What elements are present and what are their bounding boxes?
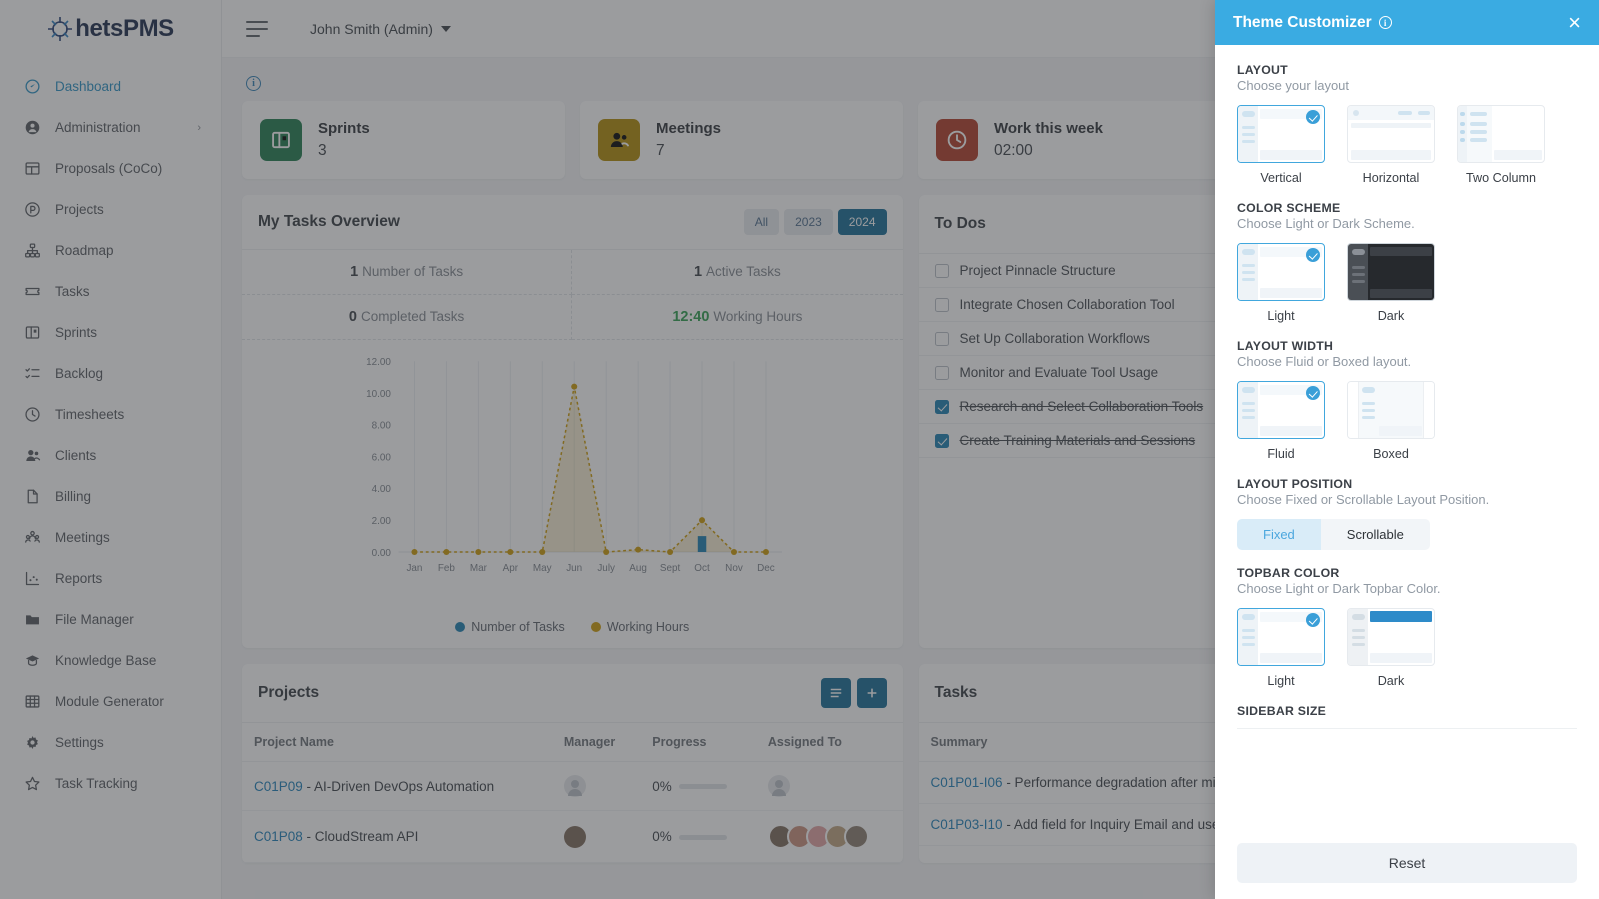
layout-option-two-column[interactable]: Two Column	[1457, 105, 1545, 185]
section-layout: LAYOUT Choose your layout Vertical Horiz…	[1237, 63, 1577, 185]
section-subtitle: Choose Light or Dark Topbar Color.	[1237, 581, 1441, 596]
layout-options: Vertical Horizontal Two Column	[1237, 105, 1577, 185]
check-icon	[1306, 110, 1320, 124]
customizer-title: Theme Customizer i	[1233, 14, 1392, 32]
option-label: Fluid	[1267, 447, 1295, 461]
section-subtitle: Choose Light or Dark Scheme.	[1237, 216, 1415, 231]
section-layout-width: LAYOUT WIDTH Choose Fluid or Boxed layou…	[1237, 339, 1577, 461]
section-heading: SIDEBAR SIZE	[1237, 704, 1327, 718]
section-heading: LAYOUT POSITION	[1237, 477, 1353, 491]
section-heading: TOPBAR COLOR	[1237, 566, 1340, 580]
option-label: Horizontal	[1362, 171, 1420, 185]
color-scheme-option-dark[interactable]: Dark	[1347, 243, 1435, 323]
option-label: Light	[1267, 309, 1295, 323]
option-label: Dark	[1377, 309, 1405, 323]
section-subtitle: Choose Fixed or Scrollable Layout Positi…	[1237, 492, 1490, 507]
layout-option-horizontal[interactable]: Horizontal	[1347, 105, 1435, 185]
layout-width-option-fluid[interactable]: Fluid	[1237, 381, 1325, 461]
layout-thumb-horizontal	[1347, 105, 1435, 163]
layout-option-vertical[interactable]: Vertical	[1237, 105, 1325, 185]
info-icon[interactable]: i	[1378, 16, 1392, 29]
section-subtitle: Choose your layout	[1237, 78, 1350, 93]
check-icon	[1306, 613, 1320, 627]
layout-width-option-boxed[interactable]: Boxed	[1347, 381, 1435, 461]
check-icon	[1306, 248, 1320, 262]
width-thumb-boxed	[1347, 381, 1435, 439]
section-sidebar-size: SIDEBAR SIZE	[1237, 704, 1577, 729]
option-label: Light	[1267, 674, 1295, 688]
customizer-footer: Reset	[1215, 831, 1599, 899]
reset-button[interactable]: Reset	[1237, 843, 1577, 883]
topbar-color-options: Light Dark	[1237, 608, 1577, 688]
scheme-thumb-light	[1237, 243, 1325, 301]
divider	[1237, 728, 1577, 729]
close-icon[interactable]: ×	[1568, 11, 1581, 34]
topbar-thumb-dark	[1347, 608, 1435, 666]
topbar-thumb-light	[1237, 608, 1325, 666]
layout-thumb-two-column	[1457, 105, 1545, 163]
section-topbar-color: TOPBAR COLOR Choose Light or Dark Topbar…	[1237, 566, 1577, 688]
layout-width-options: Fluid Boxed	[1237, 381, 1577, 461]
theme-customizer-panel: Theme Customizer i × LAYOUT Choose your …	[1215, 0, 1599, 899]
section-heading: COLOR SCHEME	[1237, 201, 1341, 215]
section-color-scheme: COLOR SCHEME Choose Light or Dark Scheme…	[1237, 201, 1577, 323]
layout-position-fixed-button[interactable]: Fixed	[1237, 519, 1321, 550]
option-label: Two Column	[1466, 171, 1536, 185]
color-scheme-option-light[interactable]: Light	[1237, 243, 1325, 323]
topbar-color-option-dark[interactable]: Dark	[1347, 608, 1435, 688]
section-layout-position: LAYOUT POSITION Choose Fixed or Scrollab…	[1237, 477, 1577, 550]
customizer-body: LAYOUT Choose your layout Vertical Horiz…	[1215, 45, 1599, 831]
color-scheme-options: Light Dark	[1237, 243, 1577, 323]
option-label: Dark	[1377, 674, 1405, 688]
scheme-thumb-dark	[1347, 243, 1435, 301]
layout-position-toggle: Fixed Scrollable	[1237, 519, 1430, 550]
section-heading: LAYOUT	[1237, 63, 1288, 77]
topbar-color-option-light[interactable]: Light	[1237, 608, 1325, 688]
customizer-header: Theme Customizer i ×	[1215, 0, 1599, 45]
width-thumb-fluid	[1237, 381, 1325, 439]
layout-position-scrollable-button[interactable]: Scrollable	[1320, 519, 1430, 550]
option-label: Vertical	[1260, 171, 1302, 185]
option-label: Boxed	[1373, 447, 1409, 461]
check-icon	[1306, 386, 1320, 400]
customizer-title-text: Theme Customizer	[1233, 13, 1372, 31]
section-subtitle: Choose Fluid or Boxed layout.	[1237, 354, 1412, 369]
layout-thumb-vertical	[1237, 105, 1325, 163]
section-heading: LAYOUT WIDTH	[1237, 339, 1334, 353]
